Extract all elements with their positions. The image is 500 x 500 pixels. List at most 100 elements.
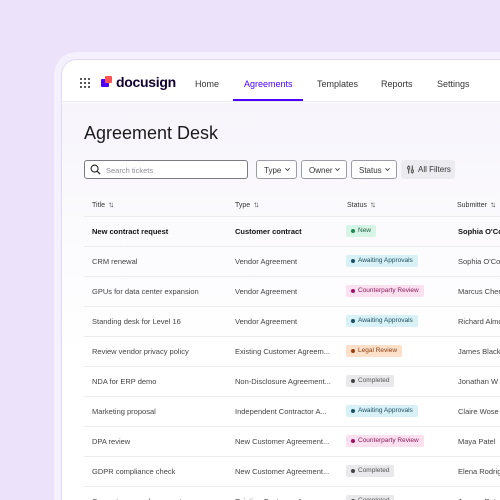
filter-owner-label: Owner [309,166,333,175]
nav-item-templates[interactable]: Templates [317,79,358,89]
status-badge: Counterparty Review [346,435,424,447]
table-row[interactable]: New contract request Customer contract New… [62,216,500,246]
status-badge-label: Completed [358,377,390,384]
app-window: docusign Home Agreements Templates Repor… [61,59,500,500]
main-content: Agreement Desk Search tickets Type Owner… [62,103,500,500]
row-title: Standing desk for Level 16 [92,317,181,326]
row-type: Customer contract [235,227,302,236]
status-badge-label: Legal Review [358,347,398,354]
status-badge: Completed [346,375,395,387]
app-launcher-icon[interactable] [80,78,90,88]
column-header-type[interactable]: Type ↑↓ [235,200,259,209]
table-row[interactable]: CRM renewal Vendor Agreement Awaiting Appr… [62,246,500,276]
row-submitter: Richard Almo [458,317,500,326]
filter-status-dropdown[interactable]: Status [351,160,397,179]
status-dot-icon [351,289,355,293]
status-badge: New [346,225,377,237]
filter-type-label: Type [264,166,282,175]
column-header-title-label: Title [92,202,105,209]
row-title: Review vendor privacy policy [92,347,189,356]
status-badge: Legal Review [346,345,403,357]
status-badge: Awaiting Approvals [346,255,418,267]
table-row[interactable]: Marketing proposal Independent Contractor… [62,396,500,426]
page-title: Agreement Desk [84,123,219,143]
row-type: Non-Disclosure Agreement... [235,377,331,386]
status-dot-icon [351,379,355,383]
column-header-status-label: Status [347,202,367,209]
row-title: New contract request [92,227,169,236]
status-badge-label: Awaiting Approvals [358,257,413,264]
row-title: CRM renewal [92,257,138,266]
filter-type-dropdown[interactable]: Type [256,160,297,179]
status-dot-icon [351,439,355,443]
column-header-status[interactable]: Status ↑↓ [347,200,376,209]
search-input[interactable]: Search tickets [84,160,248,179]
row-submitter: Maya Patel [458,437,496,446]
filter-owner-dropdown[interactable]: Owner [301,160,347,179]
filter-status-label: Status [359,166,382,175]
status-badge-label: Counterparty Review [358,287,419,294]
row-submitter: Elena Rodrig [458,467,500,476]
row-title: DPA review [92,437,131,446]
table-row[interactable]: Computer upgrade requestExisting Custome… [62,486,500,500]
row-type: Vendor Agreement [235,257,298,266]
chevron-down-icon [335,167,340,172]
table-row[interactable]: GDPR compliance check New Customer Agreem… [62,456,500,486]
sort-icon: ↑↓ [369,200,376,209]
column-header-submitter-label: Submitter [457,202,487,209]
column-header-submitter[interactable]: Submitter ↑↓ [457,200,496,209]
status-dot-icon [351,259,355,263]
status-badge: Completed [346,495,395,500]
sort-icon: ↑↓ [253,200,259,209]
filter-sliders-icon [407,165,414,174]
brand-logo[interactable]: docusign [101,74,176,90]
table-row[interactable]: NDA for ERP demo Non-Disclosure Agreement… [62,366,500,396]
status-dot-icon [351,469,355,473]
column-header-type-label: Type [235,202,251,209]
all-filters-label: All Filters [418,165,451,174]
row-title: Marketing proposal [92,407,156,416]
status-badge-label: Completed [358,467,390,474]
all-filters-button[interactable]: All Filters [401,160,455,179]
active-tab-indicator [233,99,303,101]
row-submitter: James Black [458,347,500,356]
row-type: Vendor Agreement [235,317,298,326]
table-row[interactable]: Review vendor privacy policy Existing Cus… [62,336,500,366]
status-badge-label: New [358,227,372,234]
row-title: GDPR compliance check [92,467,176,476]
nav-item-home[interactable]: Home [195,79,219,89]
status-dot-icon [351,409,355,413]
row-submitter: Claire Wose [458,407,499,416]
nav-item-settings[interactable]: Settings [437,79,470,89]
status-badge: Awaiting Approvals [346,405,418,417]
table-row[interactable]: Standing desk for Level 16 Vendor Agreeme… [62,306,500,336]
top-navigation-bar: docusign Home Agreements Templates Repor… [62,60,500,102]
status-badge-label: Counterparty Review [358,437,419,444]
status-dot-icon [351,229,355,233]
nav-item-reports[interactable]: Reports [381,79,413,89]
row-submitter: Jonathan W [458,377,499,386]
search-icon [90,164,101,175]
row-type: Existing Customer Agreem... [235,347,331,356]
row-submitter: Sophia O'Co [458,227,500,236]
brand-name: docusign [116,74,176,90]
status-dot-icon [351,319,355,323]
sort-icon: ↑↓ [489,200,496,209]
search-placeholder: Search tickets [106,166,154,175]
docusign-logo-icon [101,76,113,88]
chevron-down-icon [385,167,390,172]
nav-item-agreements[interactable]: Agreements [244,79,293,89]
row-type: Vendor Agreement [235,287,298,296]
status-badge-label: Awaiting Approvals [358,407,413,414]
status-dot-icon [351,349,355,353]
status-badge-label: Awaiting Approvals [358,317,413,324]
row-type: Independent Contractor A... [235,407,327,416]
row-submitter: Sophia O'Co [458,257,500,266]
column-header-title[interactable]: Title ↑↓ [92,200,114,209]
chevron-down-icon [285,167,290,172]
table-row[interactable]: DPA review New Customer Agreement... Count… [62,426,500,456]
status-badge: Awaiting Approvals [346,315,418,327]
row-title: GPUs for data center expansion [92,287,199,296]
table-row[interactable]: GPUs for data center expansion Vendor Agr… [62,276,500,306]
row-title: NDA for ERP demo [92,377,157,386]
